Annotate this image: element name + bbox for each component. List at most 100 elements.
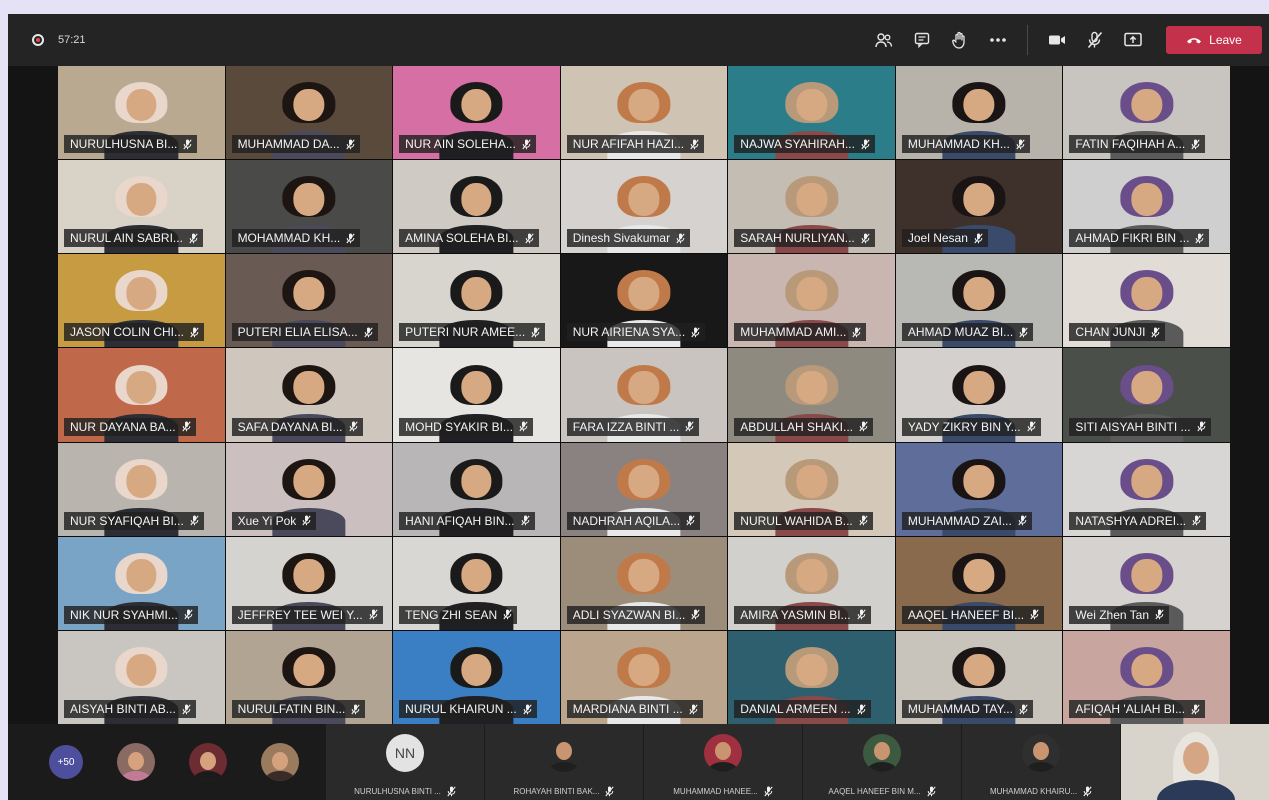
participant-video-tile[interactable]: Xue Yi Pok [225, 442, 393, 536]
mic-muted-icon [689, 703, 698, 714]
strip-participant-tile[interactable]: MUHAMMAD KHAIRU... [962, 724, 1121, 800]
participant-video-tile[interactable]: AAQEL HANEEF BI... [895, 536, 1063, 630]
participant-name: Wei Zhen Tan [1075, 607, 1150, 622]
participant-name-tag: MOHD SYAKIR BI... [399, 417, 533, 436]
participant-avatar [704, 734, 742, 772]
participant-name: AHMAD MUAZ BI... [907, 325, 1014, 340]
participant-video-tile[interactable]: NUR DAYANA BA... [58, 348, 225, 442]
participant-name: SARAH NURLIYAN... [740, 231, 855, 246]
participant-video-tile[interactable]: MUHAMMAD AMI... [728, 254, 895, 348]
participant-video-tile[interactable]: AHMAD MUAZ BI... [895, 254, 1063, 348]
participant-name: MUHAMMAD DA... [237, 137, 340, 152]
participant-video-tile[interactable]: MUHAMMAD DA... [225, 66, 393, 160]
participant-video-tile[interactable]: MOHD SYAKIR BI... [393, 348, 560, 442]
leave-button[interactable]: Leave [1166, 26, 1262, 54]
participant-video-tile[interactable]: NURUL KHAIRUN ... [393, 630, 560, 724]
participant-video-tile[interactable]: NURUL AIN SABRI... [58, 160, 225, 254]
strip-participant-tile[interactable]: MUHAMMAD HANEE... [644, 724, 803, 800]
participant-avatar[interactable] [117, 743, 155, 781]
participant-name: MUHAMMAD KHAIRU... [989, 787, 1078, 796]
mic-muted-icon [522, 139, 531, 149]
participant-avatar[interactable] [261, 743, 299, 781]
participant-video-tile[interactable]: MUHAMMAD KH... [895, 66, 1063, 160]
mic-muted-icon [351, 703, 360, 714]
more-participants-badge[interactable]: +50 [49, 745, 83, 779]
participant-video-tile[interactable]: SARAH NURLIYAN... [728, 160, 895, 254]
participant-video-tile[interactable]: SAFA DAYANA BI... [225, 348, 393, 442]
participant-video-tile[interactable]: NATASHYA ADREI... [1063, 442, 1230, 536]
more-actions-button[interactable] [981, 23, 1015, 57]
participant-video-tile[interactable]: NIK NUR SYAHMI... [58, 536, 225, 630]
participant-name-tag: NUR DAYANA BA... [64, 417, 196, 436]
participant-video-tile[interactable]: NUR AIRIENA SYA... [560, 254, 728, 348]
participant-video-tile[interactable]: AMINA SOLEHA BI... [393, 160, 560, 254]
participant-avatar[interactable] [189, 743, 227, 781]
participant-video-tile[interactable]: MUHAMMAD ZAI... [895, 442, 1063, 536]
participant-name: AISYAH BINTI AB... [70, 702, 176, 716]
participant-video-tile[interactable]: DANIAL ARMEEN ... [728, 630, 895, 724]
participant-video-tile[interactable]: ABDULLAH SHAKI... [728, 348, 895, 442]
share-screen-button[interactable] [1116, 23, 1150, 57]
strip-participant-name-row: MUHAMMAD KHAIRU... [972, 786, 1110, 797]
participant-name: AAQEL HANEEF BIN M... [828, 787, 921, 796]
participant-video-tile[interactable]: NUR AIN SOLEHA... [393, 66, 560, 160]
participant-video-tile[interactable]: NAJWA SYAHIRAH... [728, 66, 895, 160]
mic-muted-icon [348, 421, 358, 432]
meeting-toolbar: 57:21 Leave [8, 14, 1269, 66]
raise-hand-button[interactable] [943, 23, 977, 57]
participant-video-tile[interactable]: PUTERI NUR AMEE... [393, 254, 560, 348]
participant-video-tile[interactable]: HANI AFIQAH BIN... [393, 442, 560, 536]
participant-video-tile[interactable]: NURUL WAHIDA B... [728, 442, 895, 536]
mic-muted-icon [1030, 609, 1039, 620]
camera-icon [1049, 35, 1065, 45]
chat-button[interactable] [905, 23, 939, 57]
participant-video-tile[interactable]: AHMAD FIKRI BIN ... [1063, 160, 1230, 254]
mic-muted-icon [690, 139, 699, 149]
participant-video-tile[interactable]: AFIQAH 'ALIAH BI... [1063, 630, 1230, 724]
participant-video-tile[interactable]: TENG ZHI SEAN [393, 536, 560, 630]
participant-video-tile[interactable]: NUR SYAFIQAH BI... [58, 442, 225, 536]
strip-participant-tile[interactable]: ROHAYAH BINTI BAK... [485, 724, 644, 800]
participant-video-tile[interactable]: MARDIANA BINTI ... [560, 630, 728, 724]
participant-video-tile[interactable]: NURULHUSNA BI... [58, 66, 225, 160]
participant-video-tile[interactable]: YADY ZIKRY BIN Y... [895, 348, 1063, 442]
strip-participant-tile[interactable]: NN NURULHUSNA BINTI ... [326, 724, 485, 800]
participant-video-tile[interactable]: FATIN FAQIHAH A... [1063, 66, 1230, 160]
mic-muted-icon [1192, 515, 1201, 526]
participant-initials-avatar: NN [386, 734, 424, 772]
participant-video-tile[interactable]: NUR AFIFAH HAZI... [560, 66, 728, 160]
participant-video-tile[interactable]: Wei Zhen Tan [1063, 536, 1230, 630]
mic-muted-icon [691, 327, 700, 338]
participant-video-tile[interactable]: ADLI SYAZWAN BI... [560, 536, 728, 630]
mic-muted-icon [182, 703, 191, 714]
participant-name: NIK NUR SYAHMI... [70, 607, 178, 622]
participants-button[interactable] [867, 23, 901, 57]
participant-video-tile[interactable]: AMIRA YASMIN BI... [728, 536, 895, 630]
participant-video-tile[interactable]: Dinesh Sivakumar [560, 160, 728, 254]
participant-video-tile[interactable]: JEFFREY TEE WEI Y... [225, 536, 393, 630]
strip-participant-name-row: AAQEL HANEEF BIN M... [813, 786, 951, 797]
participant-name: MUHAMMAD KH... [907, 137, 1010, 152]
mic-muted-icon [926, 786, 936, 797]
participant-video-tile[interactable]: MOHAMMAD KH... [225, 160, 393, 254]
participant-video-tile[interactable]: NADHRAH AQILA... [560, 442, 728, 536]
participant-name: NURULHUSNA BI... [70, 137, 178, 152]
mic-muted-icon [859, 515, 868, 526]
participant-video-tile[interactable]: JASON COLIN CHI... [58, 254, 225, 348]
strip-participant-tile[interactable]: AAQEL HANEEF BIN M... [803, 724, 962, 800]
participant-name-tag: AMIRA YASMIN BI... [734, 605, 871, 624]
participant-video-tile[interactable]: Joel Nesan [895, 160, 1063, 254]
recording-indicator: 57:21 [32, 34, 86, 46]
participant-video-tile[interactable]: MUHAMMAD TAY... [895, 630, 1063, 724]
participant-video-tile[interactable]: SITI AISYAH BINTI ... [1063, 348, 1230, 442]
camera-toggle[interactable] [1040, 23, 1074, 57]
participant-video-tile[interactable]: CHAN JUNJI [1063, 254, 1230, 348]
participant-video-tile[interactable]: PUTERI ELIA ELISA... [225, 254, 393, 348]
mic-muted-icon [519, 421, 528, 432]
participant-video-tile[interactable]: AISYAH BINTI AB... [58, 630, 225, 724]
self-view-video[interactable] [1121, 724, 1269, 800]
participant-video-tile[interactable]: NURULFATIN BIN... [225, 630, 393, 724]
participant-name: NURUL AIN SABRI... [70, 231, 183, 246]
microphone-toggle[interactable] [1078, 23, 1112, 57]
participant-video-tile[interactable]: FARA IZZA BINTI ... [560, 348, 728, 442]
